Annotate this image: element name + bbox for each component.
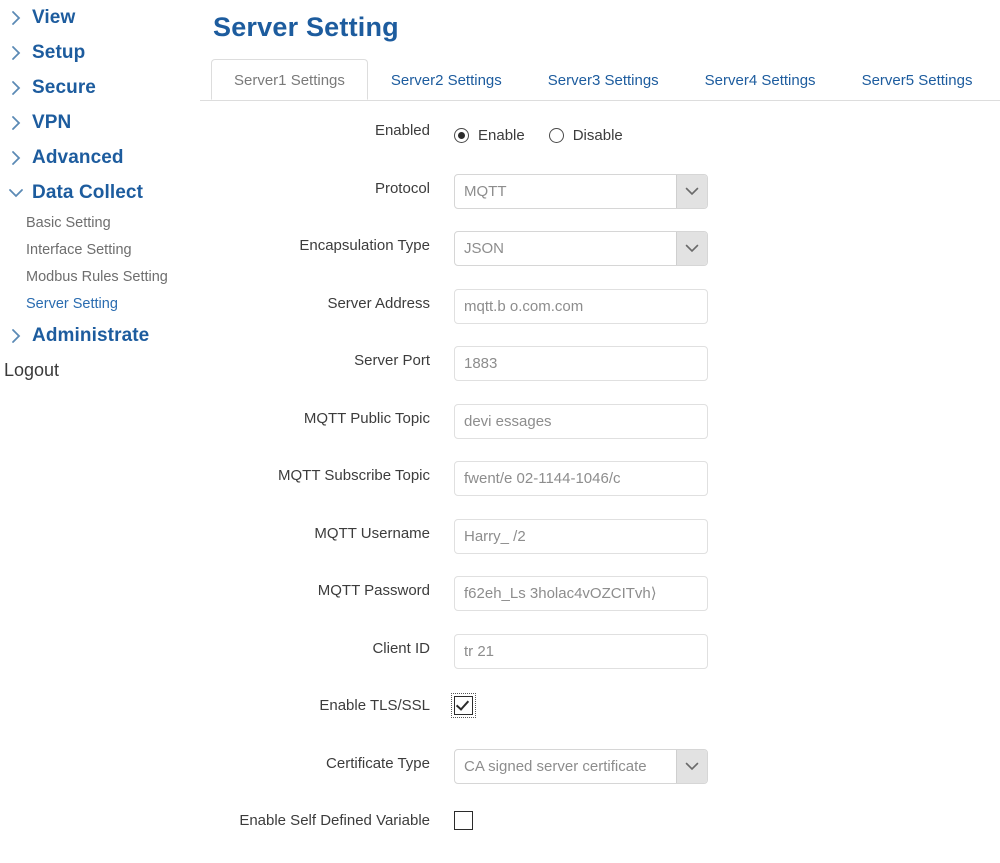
enable-tls-ssl-checkbox[interactable] <box>454 696 473 715</box>
enabled-radio-group: Enable Disable <box>454 116 647 150</box>
protocol-value: MQTT <box>455 183 676 200</box>
chevron-right-icon <box>6 10 26 26</box>
form-row-client-id: Client ID tr 21 <box>200 633 1000 691</box>
form-row-enable-self-defined-variable: Enable Self Defined Variable <box>200 805 1000 863</box>
tab-bar: Server1 Settings Server2 Settings Server… <box>200 59 1000 101</box>
logout-link[interactable]: Logout <box>0 353 200 387</box>
chevron-down-icon <box>6 187 26 198</box>
sidebar-item-secure[interactable]: Secure <box>0 70 200 105</box>
sidebar-item-vpn[interactable]: VPN <box>0 105 200 140</box>
sidebar-item-modbus-rules-setting[interactable]: Modbus Rules Setting <box>0 264 200 291</box>
sidebar: View Setup Secure VPN Advanced Data Coll… <box>0 0 200 846</box>
protocol-select[interactable]: MQTT <box>454 174 708 209</box>
server-address-label: Server Address <box>200 288 430 312</box>
chevron-down-icon[interactable] <box>676 175 707 208</box>
certificate-type-value: CA signed server certificate <box>455 758 676 775</box>
chevron-right-icon <box>6 45 26 61</box>
chevron-down-icon[interactable] <box>676 750 707 783</box>
chevron-down-icon[interactable] <box>676 232 707 265</box>
sidebar-item-label: Administrate <box>32 325 149 347</box>
sidebar-item-view[interactable]: View <box>0 0 200 35</box>
tab-server4-settings[interactable]: Server4 Settings <box>682 59 839 100</box>
sidebar-item-administrate[interactable]: Administrate <box>0 318 200 353</box>
tab-server1-settings[interactable]: Server1 Settings <box>211 59 368 100</box>
enabled-label: Enabled <box>200 115 430 139</box>
radio-enable-label: Enable <box>478 127 525 144</box>
server-port-label: Server Port <box>200 345 430 369</box>
radio-disable[interactable]: Disable <box>549 127 623 144</box>
server-settings-form: Enabled Enable Disable Protocol <box>200 101 1000 863</box>
radio-enable-indicator[interactable] <box>454 128 469 143</box>
form-row-mqtt-public-topic: MQTT Public Topic devi essages <box>200 403 1000 461</box>
form-row-server-address: Server Address mqtt.b o.com.com <box>200 288 1000 346</box>
radio-disable-indicator[interactable] <box>549 128 564 143</box>
sidebar-item-server-setting[interactable]: Server Setting <box>0 291 200 318</box>
radio-enable[interactable]: Enable <box>454 127 525 144</box>
sidebar-item-label: VPN <box>32 112 71 134</box>
mqtt-username-label: MQTT Username <box>200 518 430 542</box>
client-id-label: Client ID <box>200 633 430 657</box>
tab-server3-settings[interactable]: Server3 Settings <box>525 59 682 100</box>
chevron-right-icon <box>6 150 26 166</box>
mqtt-public-topic-input[interactable]: devi essages <box>454 404 708 439</box>
sidebar-item-label: Setup <box>32 42 85 64</box>
form-row-server-port: Server Port 1883 <box>200 345 1000 403</box>
form-row-enabled: Enabled Enable Disable <box>200 115 1000 173</box>
certificate-type-label: Certificate Type <box>200 748 430 772</box>
form-row-mqtt-subscribe-topic: MQTT Subscribe Topic fwent/e 02-1144-104… <box>200 460 1000 518</box>
mqtt-username-input[interactable]: Harry_ /2 <box>454 519 708 554</box>
form-row-mqtt-password: MQTT Password f62eh_Ls 3holac4vOZCITvh⟩ <box>200 575 1000 633</box>
protocol-label: Protocol <box>200 173 430 197</box>
tab-server2-settings[interactable]: Server2 Settings <box>368 59 525 100</box>
sidebar-item-basic-setting[interactable]: Basic Setting <box>0 210 200 237</box>
encapsulation-type-select[interactable]: JSON <box>454 231 708 266</box>
sidebar-item-label: View <box>32 7 75 29</box>
form-row-mqtt-username: MQTT Username Harry_ /2 <box>200 518 1000 576</box>
sidebar-item-interface-setting[interactable]: Interface Setting <box>0 237 200 264</box>
certificate-type-select[interactable]: CA signed server certificate <box>454 749 708 784</box>
mqtt-password-label: MQTT Password <box>200 575 430 599</box>
enable-self-defined-variable-checkbox[interactable] <box>454 811 473 830</box>
sidebar-item-setup[interactable]: Setup <box>0 35 200 70</box>
sidebar-item-data-collect[interactable]: Data Collect <box>0 175 200 210</box>
sidebar-item-label: Secure <box>32 77 96 99</box>
form-row-enable-tls-ssl: Enable TLS/SSL <box>200 690 1000 748</box>
chevron-right-icon <box>6 328 26 344</box>
mqtt-subscribe-topic-label: MQTT Subscribe Topic <box>200 460 430 484</box>
sidebar-item-label: Advanced <box>32 147 124 169</box>
mqtt-public-topic-label: MQTT Public Topic <box>200 403 430 427</box>
page-title: Server Setting <box>213 12 1000 43</box>
mqtt-password-input[interactable]: f62eh_Ls 3holac4vOZCITvh⟩ <box>454 576 708 611</box>
form-row-certificate-type: Certificate Type CA signed server certif… <box>200 748 1000 806</box>
tab-server5-settings[interactable]: Server5 Settings <box>839 59 996 100</box>
chevron-right-icon <box>6 115 26 131</box>
encapsulation-type-value: JSON <box>455 240 676 257</box>
sidebar-item-label: Data Collect <box>32 182 143 204</box>
form-row-encapsulation-type: Encapsulation Type JSON <box>200 230 1000 288</box>
main-content: Server Setting Server1 Settings Server2 … <box>200 0 1000 846</box>
sidebar-item-advanced[interactable]: Advanced <box>0 140 200 175</box>
radio-disable-label: Disable <box>573 127 623 144</box>
chevron-right-icon <box>6 80 26 96</box>
encapsulation-type-label: Encapsulation Type <box>200 230 430 254</box>
client-id-input[interactable]: tr 21 <box>454 634 708 669</box>
enable-self-defined-variable-label: Enable Self Defined Variable <box>200 805 430 829</box>
form-row-protocol: Protocol MQTT <box>200 173 1000 231</box>
server-address-input[interactable]: mqtt.b o.com.com <box>454 289 708 324</box>
server-port-input[interactable]: 1883 <box>454 346 708 381</box>
mqtt-subscribe-topic-input[interactable]: fwent/e 02-1144-1046/c <box>454 461 708 496</box>
enable-tls-ssl-label: Enable TLS/SSL <box>200 690 430 714</box>
